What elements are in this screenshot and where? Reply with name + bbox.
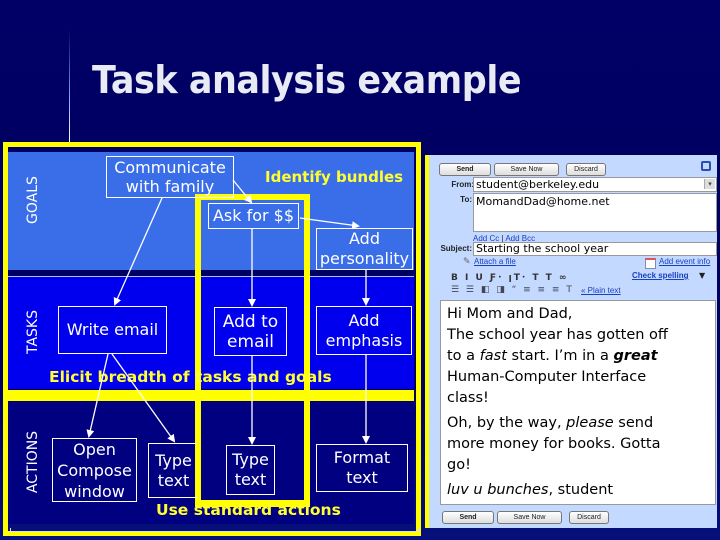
add-event-info-link[interactable]: Add event info [659, 257, 710, 266]
task-text-line: Add [348, 310, 380, 330]
annotation-use-standard-actions: Use standard actions [156, 501, 341, 519]
level-label-goals: GOALS [25, 176, 41, 224]
body-text: start. I’m in a [506, 348, 614, 364]
action-text-line: Type [155, 450, 192, 470]
save-now-button-bottom[interactable]: Save Now [497, 511, 562, 524]
subject-field[interactable]: Starting the school year [473, 242, 717, 256]
chevron-down-icon[interactable]: ▾ [704, 179, 715, 189]
goal-communicate-with-family: Communicate with family [106, 156, 234, 198]
action-type-text-1: Type text [148, 443, 198, 498]
action-text-line: Format [333, 448, 391, 467]
goal-add-personality: Add personality [316, 228, 413, 270]
task-write-email: Write email [58, 306, 167, 354]
body-line: Human-Computer Interface [447, 369, 647, 385]
slide-title: Task analysis example [92, 58, 522, 102]
discard-button-bottom[interactable]: Discard [569, 511, 609, 524]
frame-shadow [10, 528, 420, 532]
to-field[interactable]: MomandDad@home.net [473, 193, 717, 232]
body-line: class! [447, 390, 489, 406]
body-line: Oh, by the way, please send [447, 413, 709, 434]
from-select[interactable]: student@berkeley.edu ▾ [473, 177, 717, 192]
check-spelling-link[interactable]: Check spelling [632, 271, 688, 280]
task-text-line: email [227, 331, 274, 352]
check-spelling-dropdown-icon[interactable]: ▼ [699, 271, 705, 280]
action-format-text: Format text [316, 444, 408, 492]
level-label-tasks: TASKS [25, 310, 41, 354]
goal-text-line: personality [319, 249, 410, 268]
annotation-elicit-breadth: Elicit breadth of tasks and goals [49, 368, 332, 386]
from-value: student@berkeley.edu [476, 178, 600, 191]
body-text: , student [548, 482, 614, 498]
popout-window-icon[interactable] [701, 161, 711, 171]
formatting-toolbar-row-1[interactable]: B I U Ƒ· ꞁT· T T ∞ [451, 273, 568, 283]
action-text-line: text [346, 468, 378, 487]
decorative-vertical-line [69, 30, 70, 142]
body-line: The school year has gotten off [447, 327, 668, 343]
body-text: to a [447, 348, 480, 364]
from-label: From: [451, 180, 474, 189]
attach-file-link[interactable]: Attach a file [474, 257, 516, 266]
subject-label: Subject: [440, 244, 472, 253]
calendar-icon [645, 258, 656, 269]
annotation-identify-bundles: Identify bundles [265, 168, 404, 186]
paperclip-icon: ✎ [463, 257, 471, 267]
body-text: Oh, by the way, [447, 415, 567, 431]
goal-text-line: with family [125, 177, 215, 196]
action-text-line: Open [73, 439, 116, 459]
formatting-toolbar-row-2[interactable]: ☰ ☰ ◧ ◨ “ ≡ ≡ ≡ T [451, 285, 574, 295]
goal-text-line: Communicate [114, 158, 226, 177]
action-text-line: window [64, 481, 125, 501]
action-text-line: text [157, 470, 190, 490]
emphasized-word-fast: fast [479, 348, 507, 364]
body-line: more money for books. Gotta [447, 436, 661, 452]
action-text-line: Compose [57, 460, 132, 480]
signoff-italic: luv u bunches [447, 482, 549, 498]
action-type-text-2: Type text [226, 445, 275, 495]
action-text-line: text [234, 470, 267, 489]
message-body[interactable]: Hi Mom and Dad, The school year has gott… [440, 300, 716, 505]
gmail-compose-window: Send Save Now Discard From: student@berk… [425, 155, 717, 528]
send-button-bottom[interactable]: Send [442, 511, 494, 524]
emphasized-word-please: please [566, 415, 614, 431]
task-add-emphasis: Add emphasis [316, 306, 412, 355]
action-text-line: Type [232, 450, 269, 469]
body-text: send [613, 415, 654, 431]
emphasized-word-great: great [613, 348, 658, 364]
send-button-top[interactable]: Send [439, 163, 491, 176]
discard-button-top[interactable]: Discard [566, 163, 606, 176]
action-open-compose-window: Open Compose window [52, 438, 137, 502]
task-text-line: emphasis [325, 330, 403, 350]
body-line: Hi Mom and Dad, [447, 306, 573, 322]
save-now-button-top[interactable]: Save Now [494, 163, 559, 176]
body-line: go! [447, 457, 471, 473]
task-add-to-email: Add to email [214, 307, 287, 356]
to-label: To: [460, 195, 472, 204]
goal-text-line: Add [349, 229, 380, 248]
level-label-actions: ACTIONS [25, 430, 41, 494]
task-text-line: Add to [222, 311, 279, 332]
body-line: to a fast start. I’m in a great [447, 346, 709, 367]
goal-ask-for-money: Ask for $$ [208, 203, 299, 229]
plain-text-link[interactable]: « Plain text [581, 286, 621, 295]
body-line: luv u bunches, student [447, 480, 709, 501]
